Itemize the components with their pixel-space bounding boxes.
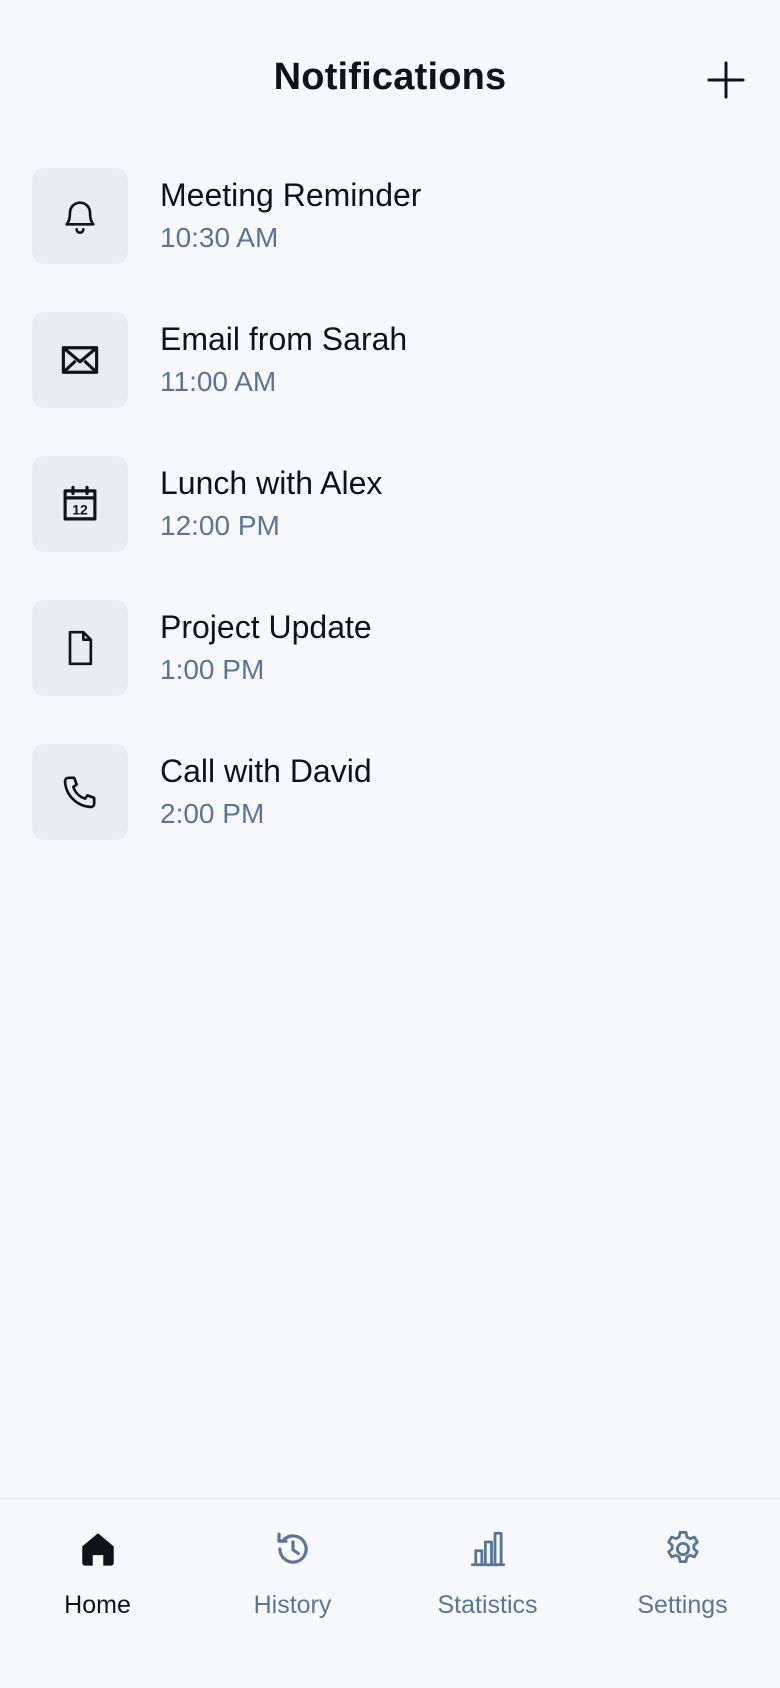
notification-item[interactable]: 12 Lunch with Alex 12:00 PM <box>32 456 748 552</box>
nav-label: Home <box>64 1591 131 1619</box>
gear-icon <box>661 1527 705 1571</box>
calendar-icon: 12 <box>32 456 128 552</box>
nav-item-statistics[interactable]: Statistics <box>390 1499 585 1688</box>
notification-title: Call with David <box>160 753 372 789</box>
calendar-date-text: 12 <box>72 502 88 518</box>
envelope-icon <box>32 312 128 408</box>
add-button[interactable] <box>704 58 748 102</box>
nav-label: Settings <box>637 1591 728 1619</box>
phone-icon <box>32 744 128 840</box>
notification-time: 1:00 PM <box>160 654 265 685</box>
nav-item-history[interactable]: History <box>195 1499 390 1688</box>
header: Notifications <box>0 0 780 160</box>
notifications-screen: Notifications Meeting Reminder 10:30 AM <box>0 0 780 1688</box>
history-icon <box>271 1527 315 1571</box>
notification-time: 2:00 PM <box>160 798 265 829</box>
notification-title: Meeting Reminder <box>160 177 422 213</box>
bell-icon <box>32 168 128 264</box>
chart-icon <box>466 1527 510 1571</box>
notification-title: Project Update <box>160 609 372 645</box>
notification-time: 10:30 AM <box>160 222 279 253</box>
notification-item[interactable]: Project Update 1:00 PM <box>32 600 748 696</box>
home-icon <box>76 1527 120 1571</box>
nav-item-settings[interactable]: Settings <box>585 1499 780 1688</box>
notification-item[interactable]: Call with David 2:00 PM <box>32 744 748 840</box>
plus-icon <box>707 61 745 99</box>
bottom-nav: Home History Statistics Settings <box>0 1498 780 1688</box>
nav-label: History <box>253 1591 332 1619</box>
notification-item[interactable]: Meeting Reminder 10:30 AM <box>32 168 748 264</box>
page-title: Notifications <box>273 56 507 98</box>
notification-time: 11:00 AM <box>160 366 277 397</box>
nav-label: Statistics <box>437 1591 538 1619</box>
file-icon <box>32 600 128 696</box>
notification-time: 12:00 PM <box>160 510 280 541</box>
notification-list: Meeting Reminder 10:30 AM Email from Sar… <box>32 168 748 888</box>
nav-item-home[interactable]: Home <box>0 1499 195 1688</box>
notification-title: Email from Sarah <box>160 321 408 357</box>
notification-item[interactable]: Email from Sarah 11:00 AM <box>32 312 748 408</box>
notification-title: Lunch with Alex <box>160 465 383 501</box>
